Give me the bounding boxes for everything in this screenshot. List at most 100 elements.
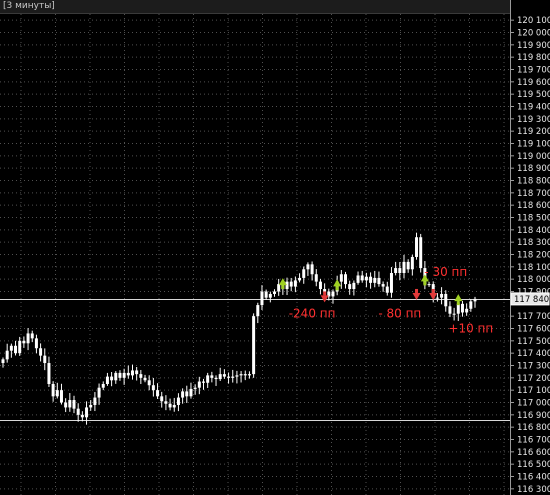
candle-body: [34, 338, 38, 349]
candle-body: [30, 333, 34, 339]
axis-tick-label: 117 600: [517, 325, 550, 335]
profit-loss-label: +10 пп: [448, 322, 493, 336]
buy-arrow-stem: [423, 281, 427, 286]
candle: [314, 269, 318, 287]
candle-body: [76, 408, 80, 415]
candle-body: [373, 277, 377, 283]
candle-body: [460, 303, 464, 313]
candle-body: [9, 345, 13, 351]
candle: [143, 374, 147, 383]
candle-body: [206, 375, 210, 383]
candle: [331, 289, 335, 304]
candle: [377, 271, 381, 287]
sell-arrow-icon: [412, 292, 421, 300]
candle-body: [394, 268, 398, 273]
candle: [356, 271, 360, 285]
candle-body: [360, 275, 364, 281]
axis-tick-label: 119 000: [517, 152, 550, 162]
candle-body: [264, 291, 268, 298]
axis-tick-label: 116 500: [517, 460, 550, 470]
candle-body: [193, 387, 197, 389]
candle: [268, 291, 272, 303]
candle: [352, 280, 356, 296]
candle: [101, 381, 105, 391]
candle: [419, 233, 423, 273]
buy-arrow-stem: [281, 285, 285, 290]
candle: [118, 370, 122, 381]
axis-tick-label: 117 100: [517, 386, 550, 396]
candle: [176, 393, 180, 412]
chart-window[interactable]: [3 минуты] -240 пп - 80 пп - 30 пп +10 пп 1…: [0, 0, 550, 495]
candle-body: [135, 370, 139, 375]
candle: [406, 259, 410, 273]
candle: [264, 289, 268, 300]
candle-body: [331, 291, 335, 297]
candle-body: [210, 375, 214, 378]
axis-tick-label: 119 200: [517, 127, 550, 137]
candle: [72, 395, 76, 414]
candle: [318, 278, 322, 295]
candle: [364, 272, 368, 288]
candle: [348, 280, 352, 295]
axis-tick-label: 118 500: [517, 214, 550, 224]
candle-body: [55, 390, 59, 397]
candle-body: [110, 376, 114, 381]
candle: [239, 371, 243, 383]
candle-body: [252, 316, 256, 375]
candle: [444, 290, 448, 312]
candle: [235, 370, 239, 384]
price-axis[interactable]: 120 100 120 000 119 900 119 800 119 700 119 6…: [510, 0, 550, 495]
candle-body: [122, 372, 126, 378]
candle: [448, 301, 452, 318]
price-chart[interactable]: -240 пп - 80 пп - 30 пп +10 пп 120 100 120 0…: [0, 0, 550, 495]
candle: [151, 377, 155, 397]
candle-body: [43, 355, 47, 364]
candle: [460, 300, 464, 317]
candle-body: [168, 403, 172, 408]
axis-tick-label: 117 500: [517, 337, 550, 347]
candle-body: [85, 407, 89, 418]
candle-body: [59, 390, 63, 403]
candle-body: [402, 261, 406, 273]
candle: [214, 375, 218, 386]
candle: [97, 383, 101, 405]
candle: [122, 368, 126, 385]
candle-body: [126, 372, 130, 376]
candle-body: [352, 282, 356, 290]
candle: [369, 272, 373, 289]
axis-tick-label: 116 600: [517, 448, 550, 458]
candle-body: [39, 348, 43, 356]
candle-body: [118, 372, 122, 378]
candle-body: [444, 293, 448, 307]
axis-tick-label: 118 100: [517, 263, 550, 273]
candle-body: [235, 375, 239, 377]
candle-body: [51, 384, 55, 397]
axis-tick-label: 118 400: [517, 226, 550, 236]
candle: [410, 254, 414, 276]
candle-body: [156, 390, 160, 397]
candle-body: [239, 374, 243, 376]
candle: [76, 403, 80, 422]
candle: [55, 382, 59, 399]
candle-body: [356, 275, 360, 283]
candle: [222, 369, 226, 379]
candle-body: [114, 372, 118, 381]
candle-body: [105, 376, 109, 384]
buy-arrow-icon: [454, 294, 463, 302]
candle: [51, 381, 55, 402]
candle-body: [377, 277, 381, 285]
candle: [273, 289, 277, 297]
candle-body: [151, 385, 155, 391]
candle-body: [273, 291, 277, 294]
candle-body: [5, 350, 9, 360]
candle-body: [456, 303, 460, 314]
candle-body: [419, 237, 423, 269]
candle: [398, 262, 402, 281]
candle: [68, 393, 72, 412]
candle: [465, 303, 469, 316]
candle: [302, 266, 306, 284]
candle: [469, 299, 473, 312]
candle: [452, 307, 456, 321]
candle: [260, 285, 264, 310]
candle-body: [139, 374, 143, 378]
